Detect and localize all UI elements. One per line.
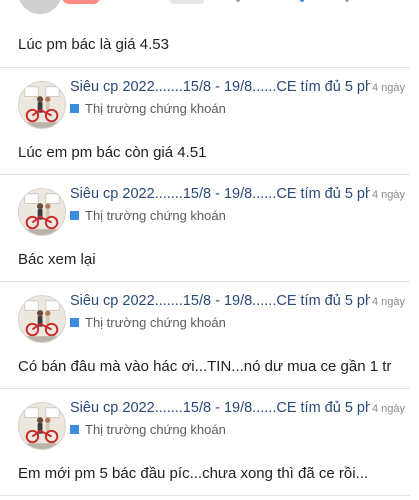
- post-item: Siêu cp 2022.......15/8 - 19/8......CE t…: [0, 174, 419, 282]
- post-item: Siêu cp 2022.......15/8 - 19/8......CE t…: [0, 67, 419, 175]
- avatar-image: [19, 296, 65, 342]
- post-item: Siêu cp 2022.......15/8 - 19/8......CE t…: [0, 388, 419, 496]
- post-topic-link[interactable]: Siêu cp 2022.......15/8 - 19/8......CE t…: [70, 79, 370, 95]
- category-badge-icon: [70, 211, 79, 220]
- category-link[interactable]: Thị trường chứng khoán: [70, 101, 226, 116]
- top-cropped-header: [0, 0, 419, 14]
- category-label: Thị trường chứng khoán: [85, 101, 226, 116]
- post-body: Bác xem lại: [18, 251, 96, 268]
- avatar[interactable]: [18, 81, 66, 129]
- dot-icon: [236, 0, 240, 2]
- post-time[interactable]: 4 ngày: [372, 403, 405, 415]
- category-badge-icon: [70, 104, 79, 113]
- avatar[interactable]: [18, 402, 66, 450]
- category-label: Thị trường chứng khoán: [85, 422, 226, 437]
- post-body: Em mới pm 5 bác đầu píc...chưa xong thì …: [18, 465, 369, 482]
- dot-icon: [345, 0, 349, 2]
- notification-badge[interactable]: [62, 0, 100, 4]
- post-body: Lúc em pm bác còn giá 4.51: [18, 144, 207, 161]
- avatar-image: [19, 403, 65, 449]
- category-link[interactable]: Thị trường chứng khoán: [70, 315, 226, 330]
- avatar[interactable]: [18, 295, 66, 343]
- post-topic-link[interactable]: Siêu cp 2022.......15/8 - 19/8......CE t…: [70, 293, 370, 309]
- divider: [0, 495, 410, 496]
- avatar-image: [19, 189, 65, 235]
- category-badge-icon: [70, 318, 79, 327]
- post-time[interactable]: 4 ngày: [372, 82, 405, 94]
- avatar[interactable]: [18, 0, 62, 14]
- post-body: Lúc pm bác là giá 4.53: [18, 36, 169, 53]
- post-time[interactable]: 4 ngày: [372, 296, 405, 308]
- avatar-image: [19, 82, 65, 128]
- avatar[interactable]: [18, 188, 66, 236]
- post-topic-link[interactable]: Siêu cp 2022.......15/8 - 19/8......CE t…: [70, 400, 370, 416]
- post-topic-link[interactable]: Siêu cp 2022.......15/8 - 19/8......CE t…: [70, 186, 370, 202]
- post-body: Có bán đâu mà vào hác ơi...TIN...nó dư m…: [18, 358, 392, 375]
- category-label: Thị trường chứng khoán: [85, 315, 226, 330]
- category-link[interactable]: Thị trường chứng khoán: [70, 422, 226, 437]
- category-label: Thị trường chứng khoán: [85, 208, 226, 223]
- category-badge-icon: [70, 425, 79, 434]
- reply-indicator[interactable]: [170, 0, 204, 4]
- category-link[interactable]: Thị trường chứng khoán: [70, 208, 226, 223]
- post-item: Siêu cp 2022.......15/8 - 19/8......CE t…: [0, 281, 419, 389]
- dot-icon: [300, 0, 304, 2]
- post-time[interactable]: 4 ngày: [372, 189, 405, 201]
